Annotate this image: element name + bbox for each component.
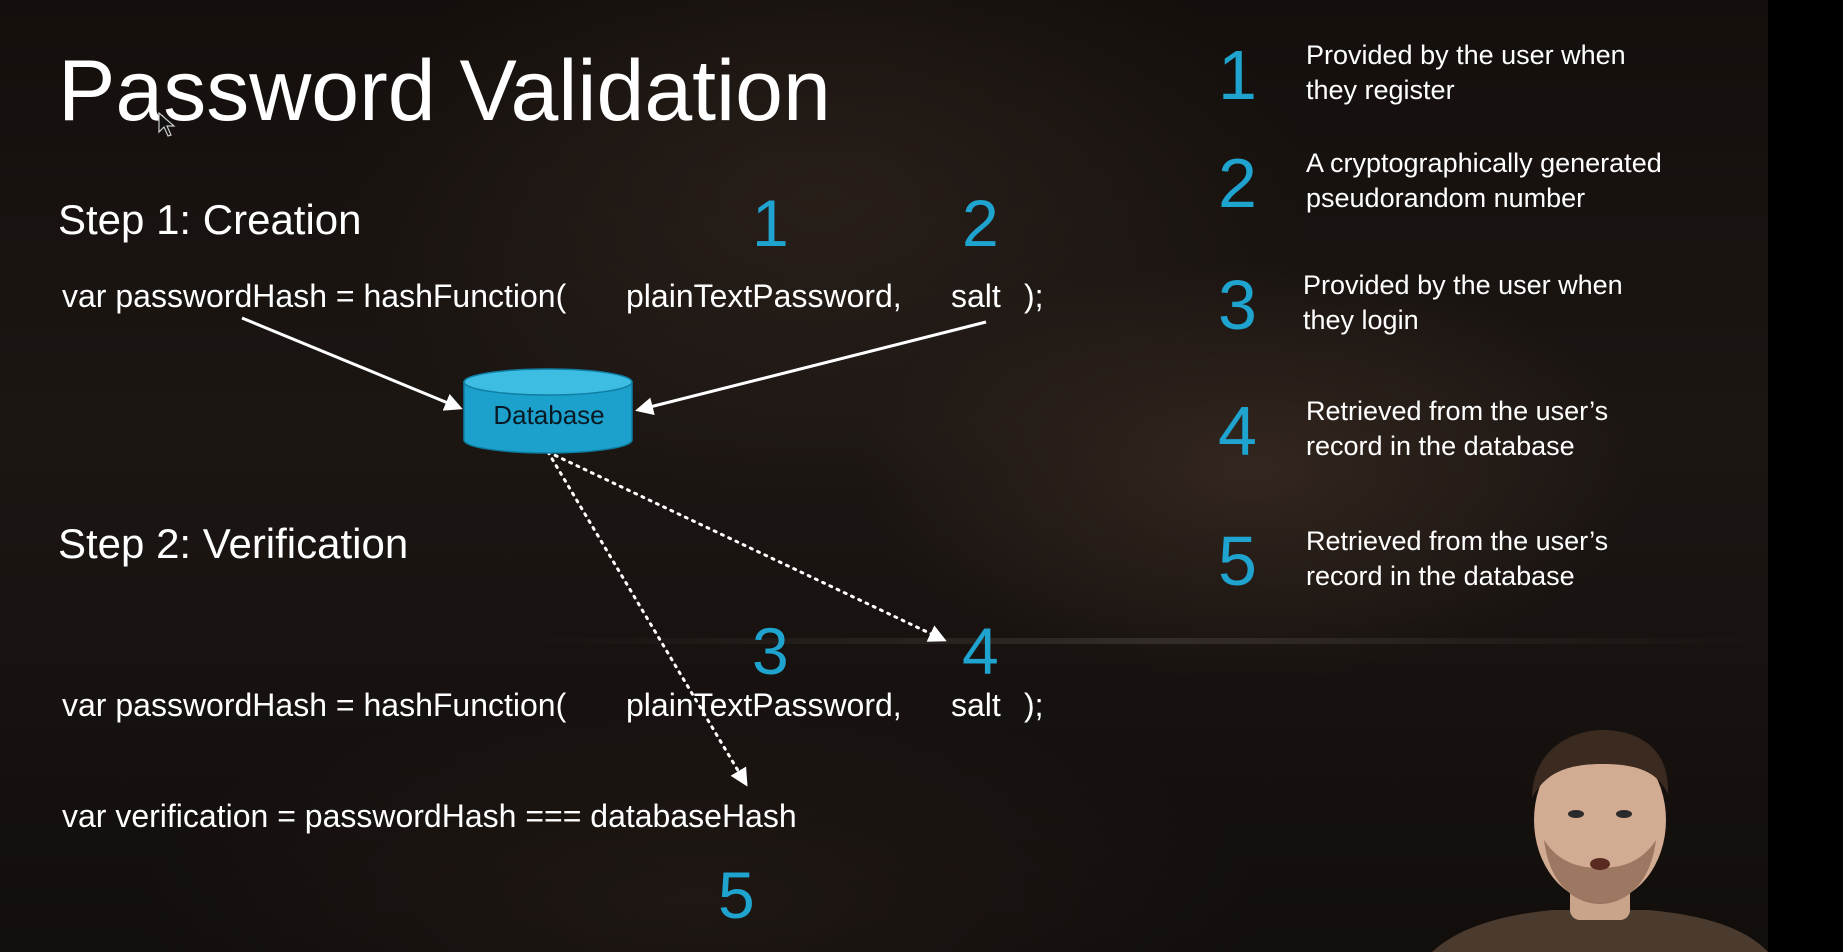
presenter-figure [1432,730,1768,952]
legend-num-5: 5 [1218,522,1257,600]
dotted-arrow-database-to-hash [546,450,748,787]
legend-text-5-line2: record in the database [1306,561,1575,591]
legend-num-4: 4 [1218,392,1257,470]
mouse-cursor-icon [158,112,176,137]
legend-text-2: A cryptographically generated pseudorand… [1306,146,1726,216]
legend-text-2-line2: pseudorandom number [1306,183,1586,213]
legend-num-2: 2 [1218,144,1257,222]
video-letterbox-bar [1768,0,1843,952]
legend-text-4-line1: Retrieved from the user’s [1306,396,1609,426]
legend-text-4-line2: record in the database [1306,431,1575,461]
arrow-salt-to-database [635,320,987,416]
presenter-webcam [1432,728,1768,952]
legend-text-2-line1: A cryptographically generated [1306,148,1662,178]
legend-text-1: Provided by the user when they register [1306,38,1726,108]
legend-text-5: Retrieved from the user’s record in the … [1306,524,1726,594]
legend-text-3-line2: they login [1303,305,1419,335]
legend-text-3-line1: Provided by the user when [1303,270,1623,300]
legend-text-1-line1: Provided by the user when [1306,40,1626,70]
legend-text-4: Retrieved from the user’s record in the … [1306,394,1726,464]
legend-num-1: 1 [1218,36,1257,114]
database-label: Database [493,400,605,430]
legend-text-3: Provided by the user when they login [1303,268,1723,338]
legend-text-1-line2: they register [1306,75,1455,105]
arrow-hash-to-database [241,316,463,411]
dotted-arrow-database-to-salt [546,450,947,642]
legend-text-5-line1: Retrieved from the user’s [1306,526,1609,556]
legend-num-3: 3 [1218,266,1257,344]
